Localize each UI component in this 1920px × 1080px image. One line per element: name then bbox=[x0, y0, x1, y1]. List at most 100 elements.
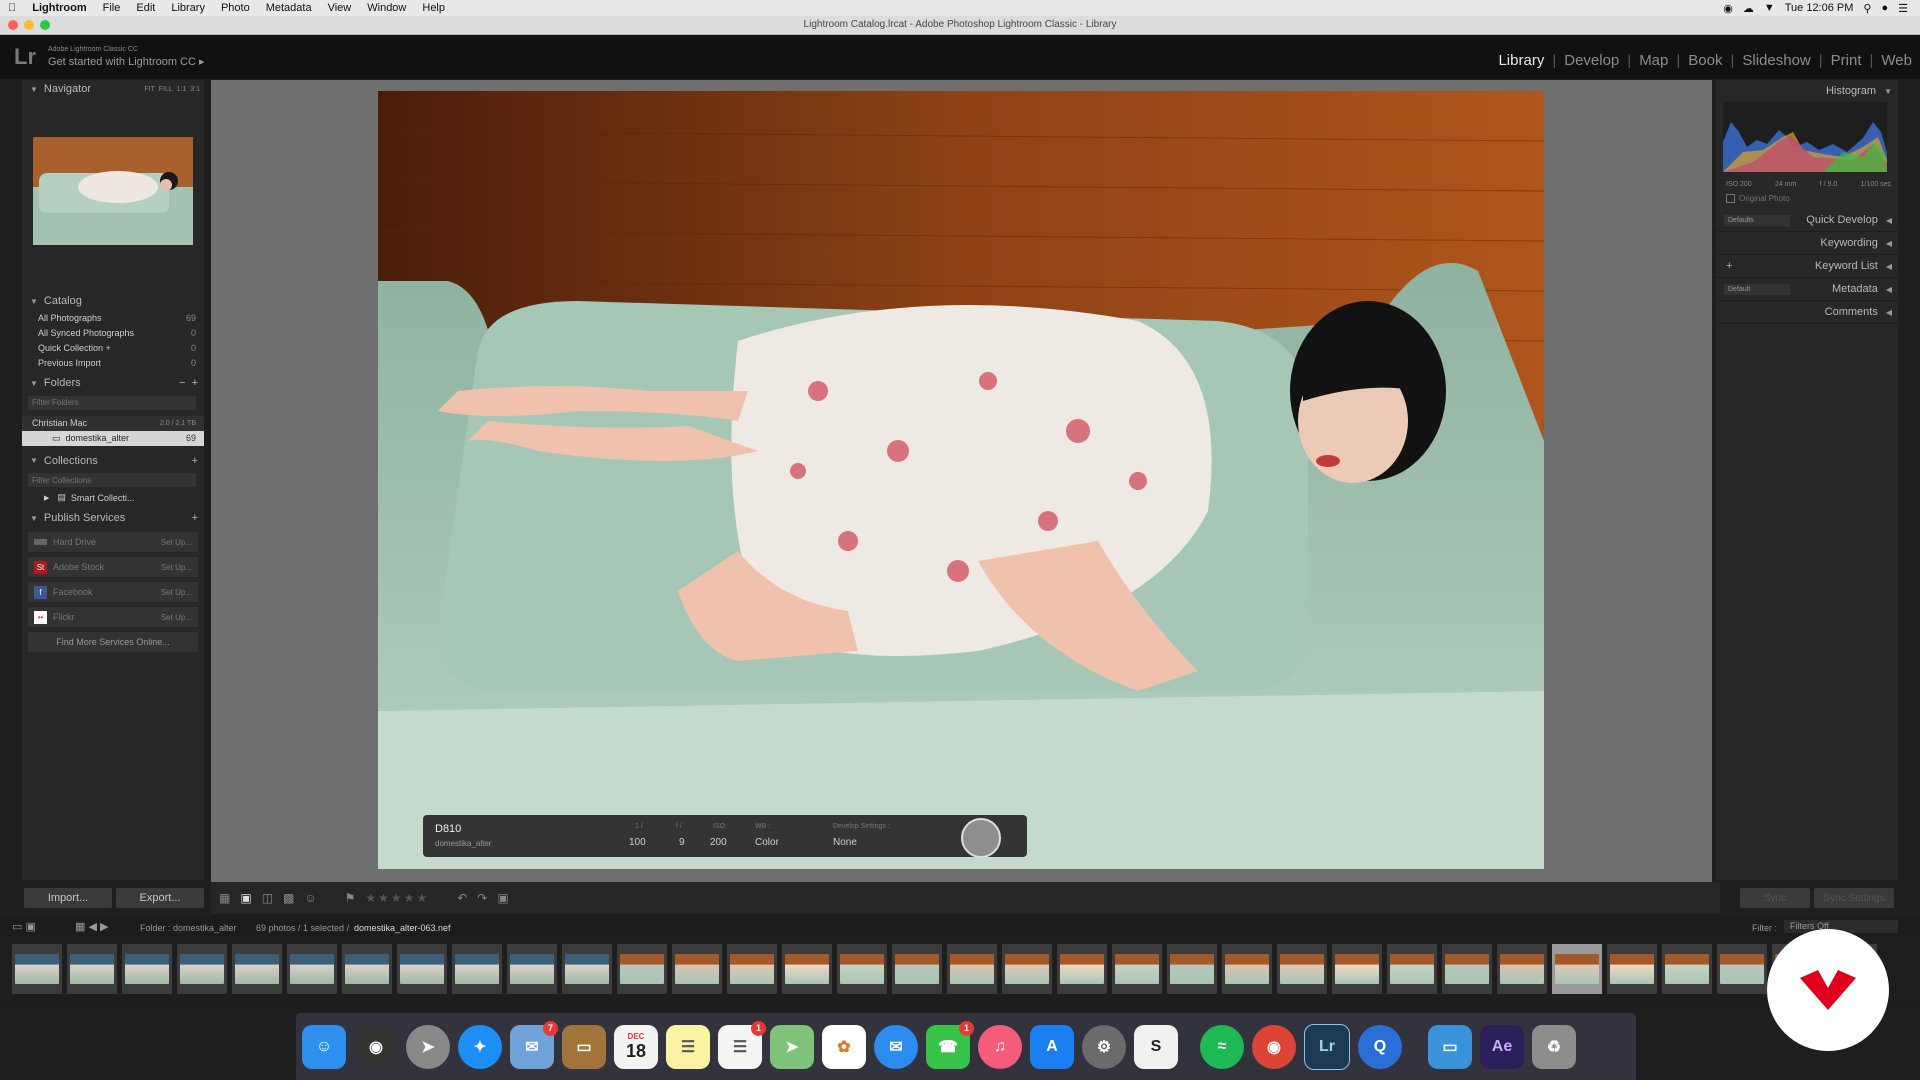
navigator-preview[interactable] bbox=[33, 137, 193, 245]
filmstrip-thumbnail[interactable] bbox=[452, 944, 502, 994]
module-map[interactable]: Map bbox=[1639, 52, 1668, 69]
filmstrip-scrollbar[interactable] bbox=[0, 1000, 1920, 1010]
filmstrip-thumbnail[interactable] bbox=[892, 944, 942, 994]
filmstrip-thumbnail[interactable] bbox=[1222, 944, 1272, 994]
filmstrip-thumbnail[interactable] bbox=[232, 944, 282, 994]
siri-icon[interactable]: ● bbox=[1881, 2, 1888, 14]
collections-header[interactable]: ▼ Collections + bbox=[22, 452, 204, 470]
module-slideshow[interactable]: Slideshow bbox=[1742, 52, 1810, 69]
reminders-icon[interactable]: ☰ 1 bbox=[718, 1020, 766, 1069]
after-effects-icon[interactable]: Ae bbox=[1480, 1024, 1524, 1069]
module-develop[interactable]: Develop bbox=[1564, 52, 1619, 69]
filmstrip-thumbnail[interactable] bbox=[1002, 944, 1052, 994]
volume-row[interactable]: Christian Mac 2.0 / 2.1 TB bbox=[22, 415, 204, 431]
folder-row[interactable]: ▭ domestika_alter 69 bbox=[22, 430, 204, 446]
zoom-1-1[interactable]: 1:1 bbox=[177, 86, 187, 93]
grid-view-icon[interactable]: ▦ bbox=[219, 891, 230, 905]
filmstrip-thumbnail[interactable] bbox=[1332, 944, 1382, 994]
messages-icon[interactable]: ✉ bbox=[874, 1024, 918, 1069]
quick-develop-header[interactable]: Defaults Quick Develop ◀ bbox=[1716, 209, 1898, 232]
filmstrip-thumbnail[interactable] bbox=[397, 944, 447, 994]
filmstrip-thumbnail[interactable] bbox=[727, 944, 777, 994]
filmstrip-thumbnail[interactable] bbox=[1277, 944, 1327, 994]
folders-header[interactable]: ▼ Folders − + bbox=[22, 374, 204, 392]
folder-icon[interactable]: ▭ bbox=[1428, 1024, 1472, 1069]
menu-library[interactable]: Library bbox=[163, 2, 213, 14]
filmstrip-thumbnail[interactable] bbox=[782, 944, 832, 994]
source-folder[interactable]: Folder : domestika_alter bbox=[140, 923, 237, 933]
menu-file[interactable]: File bbox=[95, 2, 129, 14]
menu-view[interactable]: View bbox=[320, 2, 360, 14]
folders-add-icon[interactable]: − + bbox=[179, 377, 204, 389]
photos-icon[interactable]: ✿ bbox=[822, 1024, 866, 1069]
export-button[interactable]: Export... bbox=[116, 888, 204, 908]
minimize-window-icon[interactable] bbox=[24, 20, 34, 30]
module-web[interactable]: Web bbox=[1881, 52, 1912, 69]
filmstrip-thumbnail[interactable] bbox=[1387, 944, 1437, 994]
filmstrip-thumbnail[interactable] bbox=[1112, 944, 1162, 994]
spotify-icon[interactable]: ≈ bbox=[1200, 1024, 1244, 1069]
siri-icon[interactable]: ◉ bbox=[354, 1024, 398, 1069]
trash-icon[interactable]: ♻ bbox=[1532, 1024, 1576, 1069]
close-window-icon[interactable] bbox=[8, 20, 18, 30]
setup-button[interactable]: Set Up... bbox=[161, 538, 192, 547]
module-book[interactable]: Book bbox=[1688, 52, 1722, 69]
navigator-header[interactable]: ▼ Navigator FIT FILL 1:1 3:1 bbox=[22, 80, 204, 98]
chrome-icon[interactable]: ◉ bbox=[1252, 1024, 1296, 1069]
crop-overlay-icon[interactable]: ▣ bbox=[497, 891, 508, 905]
publish-service[interactable]: St Adobe Stock Set Up... bbox=[28, 557, 198, 577]
filmstrip-thumbnail[interactable] bbox=[1662, 944, 1712, 994]
flag-icon[interactable]: ⚑ bbox=[345, 891, 356, 905]
filmstrip-thumbnail[interactable] bbox=[287, 944, 337, 994]
sync-button[interactable]: Sync bbox=[1740, 888, 1810, 908]
loupe-view-icon[interactable]: ▣ bbox=[240, 891, 251, 905]
original-photo-row[interactable]: Original Photo bbox=[1716, 188, 1898, 209]
setup-button[interactable]: Set Up... bbox=[161, 613, 192, 622]
filmstrip-thumbnail[interactable] bbox=[67, 944, 117, 994]
rotate-left-icon[interactable]: ↶ bbox=[457, 891, 467, 905]
metadata-preset-select[interactable]: Default bbox=[1724, 283, 1790, 295]
menu-window[interactable]: Window bbox=[359, 2, 414, 14]
zoom-fill[interactable]: FILL bbox=[159, 86, 173, 93]
filmstrip-thumbnail[interactable] bbox=[562, 944, 612, 994]
publish-add-icon[interactable]: + bbox=[192, 512, 204, 524]
comments-header[interactable]: Comments ◀ bbox=[1716, 301, 1898, 324]
clock[interactable]: Tue 12:06 PM bbox=[1785, 2, 1854, 14]
histogram-header[interactable]: Histogram ▼ bbox=[1716, 80, 1898, 102]
itunes-icon[interactable]: ♫ bbox=[978, 1024, 1022, 1069]
cloud-icon[interactable]: ☁ bbox=[1743, 2, 1754, 15]
module-library[interactable]: Library bbox=[1498, 52, 1544, 69]
filmstrip-thumbnail[interactable] bbox=[1717, 944, 1767, 994]
filmstrip-thumbnail[interactable] bbox=[1552, 944, 1602, 994]
original-photo-checkbox[interactable] bbox=[1726, 194, 1735, 203]
find-more-services-button[interactable]: Find More Services Online... bbox=[28, 632, 198, 652]
publish-service[interactable]: f Facebook Set Up... bbox=[28, 582, 198, 602]
filmstrip-thumbnail[interactable] bbox=[1497, 944, 1547, 994]
survey-view-icon[interactable]: ▩ bbox=[283, 891, 294, 905]
main-photo[interactable] bbox=[378, 91, 1544, 869]
filmstrip-thumbnail[interactable] bbox=[837, 944, 887, 994]
histogram-chart[interactable] bbox=[1723, 102, 1887, 172]
publish-service[interactable]: Hard Drive Set Up... bbox=[28, 532, 198, 552]
notes-icon[interactable]: ☰ bbox=[666, 1024, 710, 1069]
launchpad-icon[interactable]: ➤ bbox=[406, 1024, 450, 1069]
filmstrip-thumbnail[interactable] bbox=[1167, 944, 1217, 994]
record-icon[interactable]: ◉ bbox=[1723, 2, 1733, 15]
setup-button[interactable]: Set Up... bbox=[161, 563, 192, 572]
quicktime-icon[interactable]: Q bbox=[1358, 1024, 1402, 1069]
apple-menu-icon[interactable]:  bbox=[0, 2, 24, 14]
setup-button[interactable]: Set Up... bbox=[161, 588, 192, 597]
publish-header[interactable]: ▼ Publish Services + bbox=[22, 509, 204, 527]
sync-settings-button[interactable]: Sync Settings bbox=[1814, 888, 1894, 908]
zoom-3-1[interactable]: 3:1 bbox=[190, 86, 200, 93]
app-store-icon[interactable]: A bbox=[1030, 1024, 1074, 1069]
people-view-icon[interactable]: ☺ bbox=[304, 891, 316, 905]
metadata-header[interactable]: Default Metadata ◀ bbox=[1716, 278, 1898, 301]
filmstrip-thumbnail[interactable] bbox=[177, 944, 227, 994]
facetime-icon[interactable]: ☎ 1 bbox=[926, 1020, 974, 1069]
get-started-link[interactable]: Get started with Lightroom CC ▸ bbox=[48, 55, 205, 68]
filmstrip-thumbnail[interactable] bbox=[1607, 944, 1657, 994]
filmstrip-thumbnail[interactable] bbox=[672, 944, 722, 994]
selected-file[interactable]: domestika_alter-063.nef bbox=[354, 923, 451, 933]
filmstrip-thumbnail[interactable] bbox=[947, 944, 997, 994]
